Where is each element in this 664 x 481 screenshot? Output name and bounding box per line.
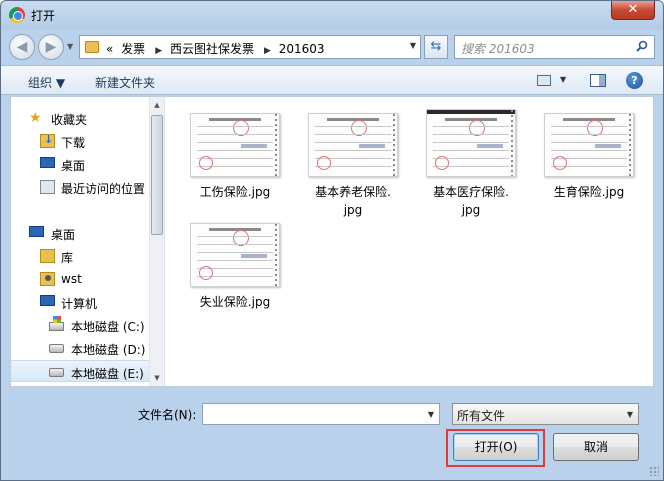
sidebar-item-computer[interactable]: 计算机 — [11, 291, 149, 313]
downloads-folder-icon — [40, 133, 55, 148]
search-placeholder: 搜索 201603 — [461, 42, 535, 56]
file-name: 基本养老保险. jpg — [303, 183, 403, 219]
sidebar-item-favorites[interactable]: ★ 收藏夹 — [11, 107, 149, 129]
breadcrumb-item[interactable]: 西云图社保发票 — [170, 42, 254, 56]
chevron-down-icon[interactable]: ▼ — [428, 410, 434, 419]
file-name: 基本医疗保险. jpg — [421, 183, 521, 219]
image-thumbnail — [544, 113, 634, 177]
image-thumbnail — [190, 223, 280, 287]
image-thumbnail — [426, 109, 516, 177]
recent-places-icon — [40, 180, 55, 194]
file-item[interactable]: 失业保险.jpg — [185, 223, 285, 311]
file-item[interactable]: 基本养老保险. jpg — [303, 113, 403, 219]
open-file-dialog: 打开 ✕ ◀ ▶ ▼ « 发票 ▶ 西云图社保发票 ▶ 201603 ▼ ⇆ 搜索 … — [0, 0, 664, 481]
sidebar-item-label: wst — [61, 272, 82, 286]
address-dropdown-icon[interactable]: ▼ — [410, 41, 416, 50]
sidebar-item-user[interactable]: wst — [11, 268, 149, 290]
sidebar-item-label: 下载 — [61, 136, 86, 150]
scroll-thumb[interactable] — [151, 115, 163, 235]
desktop-icon — [29, 226, 44, 237]
drive-icon — [49, 368, 64, 377]
file-name: 工伤保险.jpg — [199, 185, 271, 199]
image-thumbnail — [190, 113, 280, 177]
sidebar-item-label: 库 — [61, 251, 74, 265]
back-button[interactable]: ◀ — [9, 34, 35, 60]
scroll-up-icon[interactable]: ▲ — [150, 97, 164, 113]
sidebar-item-label: 本地磁盘 (C:) — [71, 320, 145, 334]
sidebar-item-label: 计算机 — [61, 297, 98, 311]
refresh-button[interactable]: ⇆ — [424, 35, 448, 59]
drive-icon — [49, 344, 64, 353]
sidebar-item-drive-d[interactable]: 本地磁盘 (D:) — [11, 337, 149, 359]
file-list: 工伤保险.jpg 基本养老保险. jpg 基本医疗保险. jpg 生育保险.jp… — [167, 97, 653, 386]
sidebar-item-label: 桌面 — [51, 228, 76, 242]
chevron-right-icon[interactable]: ▶ — [264, 46, 271, 56]
command-bar: 组织 ▼ 新建文件夹 ▼ ? — [1, 65, 663, 95]
sidebar-item-downloads[interactable]: 下载 — [11, 130, 149, 152]
breadcrumb-item[interactable]: 201603 — [279, 42, 325, 56]
organize-menu[interactable]: 组织 ▼ — [28, 74, 65, 91]
file-type-select[interactable]: 所有文件 ▼ — [452, 403, 639, 425]
file-name-line: jpg — [343, 203, 363, 217]
computer-icon — [40, 295, 55, 306]
sidebar-item-drive-e[interactable]: 本地磁盘 (E:) — [11, 360, 149, 382]
help-icon[interactable]: ? — [626, 72, 643, 89]
sidebar-item-recent-places[interactable]: 最近访问的位置 — [11, 176, 149, 198]
system-drive-icon — [49, 316, 64, 331]
sidebar-item-desktop-favorite[interactable]: 桌面 — [11, 153, 149, 175]
chevron-right-icon[interactable]: ▶ — [155, 46, 162, 56]
close-button[interactable]: ✕ — [611, 1, 655, 20]
recent-pages-dropdown-icon[interactable]: ▼ — [67, 42, 73, 51]
file-name-input[interactable]: ▼ — [202, 403, 440, 425]
breadcrumb-overflow[interactable]: « — [106, 42, 113, 56]
file-name-label: 文件名(N): — [138, 408, 197, 422]
file-name-line: 基本养老保险. — [315, 185, 391, 199]
file-item[interactable]: 基本医疗保险. jpg — [421, 109, 521, 219]
forward-button[interactable]: ▶ — [38, 34, 64, 60]
file-type-value: 所有文件 — [457, 409, 506, 423]
sidebar-item-label: 桌面 — [61, 159, 86, 173]
user-folder-icon — [40, 272, 55, 286]
view-dropdown-icon[interactable]: ▼ — [560, 75, 566, 84]
file-name-line: jpg — [461, 203, 481, 217]
sidebar-item-drive-c[interactable]: 本地磁盘 (C:) — [11, 314, 149, 336]
cancel-button[interactable]: 取消 — [553, 433, 639, 461]
file-item[interactable]: 生育保险.jpg — [539, 113, 639, 201]
sidebar-item-library[interactable]: 库 — [11, 245, 149, 267]
title-bar: 打开 ✕ — [1, 1, 663, 29]
main-area: ★ 收藏夹 下载 桌面 最近访问的位置 桌面 库 — [10, 96, 654, 387]
folder-icon — [85, 41, 99, 53]
file-item[interactable]: 工伤保险.jpg — [185, 113, 285, 201]
navigation-pane: ★ 收藏夹 下载 桌面 最近访问的位置 桌面 库 — [11, 97, 149, 386]
open-button[interactable]: 打开(O) — [453, 433, 539, 461]
scroll-down-icon[interactable]: ▼ — [150, 370, 164, 386]
chevron-down-icon: ▼ — [626, 410, 633, 419]
file-name: 生育保险.jpg — [553, 185, 625, 199]
address-bar[interactable]: « 发票 ▶ 西云图社保发票 ▶ 201603 ▼ — [79, 35, 421, 59]
sidebar-item-label: 最近访问的位置 — [61, 182, 146, 196]
file-name-line: 基本医疗保险. — [433, 185, 509, 199]
breadcrumb: « 发票 ▶ 西云图社保发票 ▶ 201603 — [106, 40, 329, 57]
search-input[interactable]: 搜索 201603 — [454, 35, 655, 59]
resize-grip[interactable] — [649, 466, 659, 476]
sidebar-item-desktop[interactable]: 桌面 — [11, 222, 149, 244]
search-icon[interactable] — [636, 40, 648, 52]
sidebar-item-label: 收藏夹 — [51, 113, 88, 127]
preview-pane-icon[interactable] — [590, 74, 606, 87]
star-icon: ★ — [29, 110, 42, 126]
sidebar-item-label: 本地磁盘 (E:) — [71, 367, 144, 381]
dialog-title: 打开 — [31, 9, 56, 23]
image-thumbnail — [308, 113, 398, 177]
new-folder-button[interactable]: 新建文件夹 — [95, 74, 155, 91]
library-icon — [40, 249, 55, 263]
sidebar-item-label: 本地磁盘 (D:) — [71, 343, 146, 357]
desktop-icon — [40, 157, 55, 168]
chrome-icon — [9, 7, 25, 23]
breadcrumb-item[interactable]: 发票 — [121, 42, 145, 56]
file-name: 失业保险.jpg — [199, 295, 271, 309]
sidebar-scrollbar[interactable]: ▲ ▼ — [149, 97, 165, 386]
address-row: ◀ ▶ ▼ « 发票 ▶ 西云图社保发票 ▶ 201603 ▼ ⇆ 搜索 20160… — [1, 29, 663, 65]
view-icon[interactable] — [537, 75, 551, 86]
